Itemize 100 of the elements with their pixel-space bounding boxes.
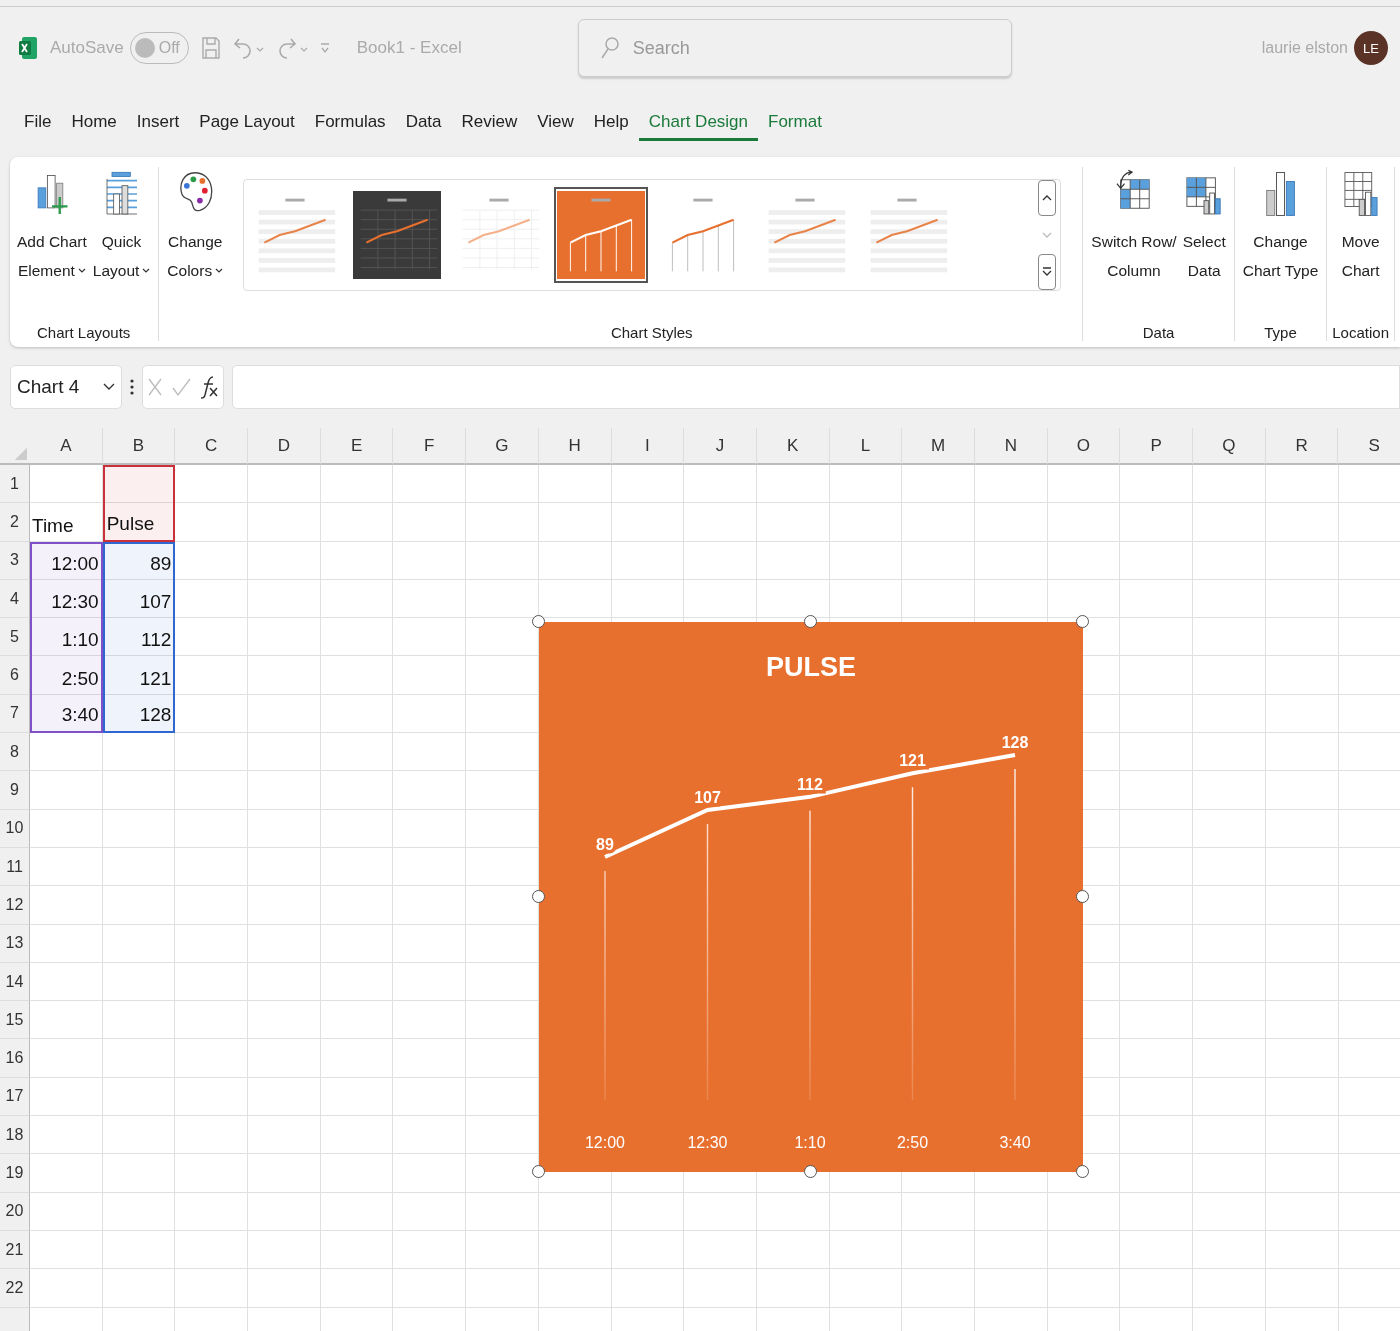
data-label: 107 [694, 788, 721, 806]
scroll-up-button[interactable] [1037, 180, 1056, 216]
column-header[interactable]: D [248, 428, 321, 465]
ribbon-tab[interactable]: Page Layout [189, 105, 305, 141]
caret-up-icon [1041, 194, 1052, 202]
scroll-down-icon[interactable] [1041, 231, 1052, 239]
column-header[interactable]: N [974, 428, 1048, 465]
user-name: laurie elston [1261, 39, 1348, 57]
column-header[interactable]: I [611, 428, 685, 465]
chart-style-option[interactable] [553, 187, 648, 283]
column-header[interactable]: R [1265, 428, 1339, 465]
row-header[interactable]: 8 [0, 733, 30, 772]
document-title: Book1 - Excel [356, 38, 462, 58]
row-header[interactable]: 21 [0, 1230, 30, 1270]
row-header[interactable]: 10 [0, 809, 30, 848]
customize-icon[interactable] [318, 41, 331, 55]
grid-chart-icon [1342, 169, 1379, 219]
add-chart-element-button[interactable]: Add Chart Element [14, 167, 90, 320]
row-header[interactable]: 11 [0, 847, 30, 887]
name-box[interactable]: Chart 4 [10, 365, 122, 409]
row-header[interactable]: 7 [0, 694, 30, 734]
column-header[interactable]: M [902, 428, 975, 465]
select-data-button[interactable]: Select Data [1179, 167, 1229, 320]
data-label: 89 [596, 836, 614, 853]
user-avatar[interactable]: LE [1354, 31, 1388, 65]
column-header[interactable]: K [756, 428, 830, 465]
row-header[interactable]: 13 [0, 924, 30, 963]
column-header[interactable]: H [538, 428, 612, 465]
formula-input[interactable] [232, 365, 1400, 409]
cancel-icon[interactable] [147, 377, 163, 397]
ribbon-tab[interactable]: Chart Design [638, 105, 759, 141]
row-header[interactable]: 2 [0, 503, 30, 542]
quick-layout-button[interactable]: Quick Layout [89, 167, 154, 320]
axis-label: 2:50 [896, 1134, 929, 1151]
row-header[interactable]: 9 [0, 771, 30, 810]
more-styles-button[interactable] [1037, 254, 1056, 290]
column-header[interactable]: S [1338, 428, 1400, 465]
ribbon-tab[interactable]: Help [583, 105, 639, 141]
row-header[interactable]: 15 [0, 1001, 30, 1040]
switch-row-column-button[interactable]: Switch Row/ Column [1088, 167, 1180, 320]
ribbon-tab[interactable]: Format [758, 105, 832, 141]
group-label: Chart Layouts [36, 323, 131, 341]
table-cell: 1:10 [30, 618, 103, 657]
ribbon-tab[interactable]: View [527, 105, 584, 141]
row-header[interactable]: 5 [0, 618, 30, 657]
ribbon-tab[interactable]: Formulas [304, 105, 396, 141]
column-header[interactable]: E [320, 428, 394, 465]
column-header[interactable]: B [102, 428, 176, 465]
row-header[interactable]: 12 [0, 886, 30, 925]
column-header[interactable]: C [175, 428, 249, 465]
table-cell: 107 [102, 579, 176, 619]
save-icon[interactable] [200, 35, 221, 61]
column-header[interactable]: P [1120, 428, 1193, 465]
column-header[interactable]: A [30, 428, 103, 465]
ribbon-tab[interactable]: File [14, 105, 62, 141]
row-header[interactable]: 4 [0, 579, 30, 619]
table-cell: 121 [102, 656, 176, 695]
row-header[interactable]: 6 [0, 656, 30, 695]
row-header[interactable]: 19 [0, 1154, 30, 1193]
ribbon-tab[interactable]: Insert [126, 105, 190, 141]
column-header[interactable]: G [466, 428, 539, 465]
change-chart-type-button[interactable]: Change Chart Type [1239, 167, 1322, 320]
row-header[interactable]: 17 [0, 1077, 30, 1117]
chart-title: PULSE [766, 652, 856, 682]
row-header[interactable]: 16 [0, 1039, 30, 1078]
column-header[interactable]: L [829, 428, 903, 465]
search-field[interactable]: Search [577, 19, 1012, 77]
table-cell: 12:00 [30, 541, 103, 580]
ribbon-tab[interactable]: Data [395, 105, 452, 141]
table-cell: 3:40 [30, 694, 103, 734]
more-icon[interactable] [130, 378, 134, 396]
row-header[interactable]: 22 [0, 1269, 30, 1308]
row-header[interactable]: 20 [0, 1192, 30, 1231]
column-header[interactable]: Q [1193, 428, 1266, 465]
chevron-down-icon [103, 383, 115, 391]
ribbon-tab[interactable]: Home [61, 105, 127, 141]
row-header[interactable]: 18 [0, 1116, 30, 1155]
table-cell: 2:50 [30, 656, 103, 695]
axis-label: 12:30 [687, 1134, 728, 1151]
column-header[interactable]: J [684, 428, 757, 465]
autosave-label: AutoSave [50, 38, 124, 58]
row-header[interactable]: 1 [0, 465, 30, 504]
enter-icon[interactable] [171, 377, 191, 397]
move-chart-button[interactable]: Move Chart [1338, 167, 1383, 320]
data-label: 112 [797, 775, 823, 793]
group-label: Chart Styles [610, 323, 693, 341]
insert-function-icon[interactable] [199, 375, 219, 399]
row-header[interactable]: 14 [0, 962, 30, 1002]
axis-label: 12:00 [585, 1134, 625, 1151]
excel-logo-icon [18, 36, 38, 60]
change-colors-button[interactable]: Change Colors [164, 167, 227, 341]
row-header[interactable]: 3 [0, 541, 30, 580]
table-cell-text: Time [31, 513, 75, 538]
table-cell: 89 [102, 541, 176, 580]
axis-label: 1:10 [794, 1134, 826, 1151]
axis-label: 3:40 [999, 1134, 1031, 1151]
ribbon-tab[interactable]: Review [451, 105, 528, 141]
column-header[interactable]: O [1047, 428, 1121, 465]
column-header[interactable]: F [393, 428, 467, 465]
select-all-icon[interactable] [13, 446, 27, 460]
